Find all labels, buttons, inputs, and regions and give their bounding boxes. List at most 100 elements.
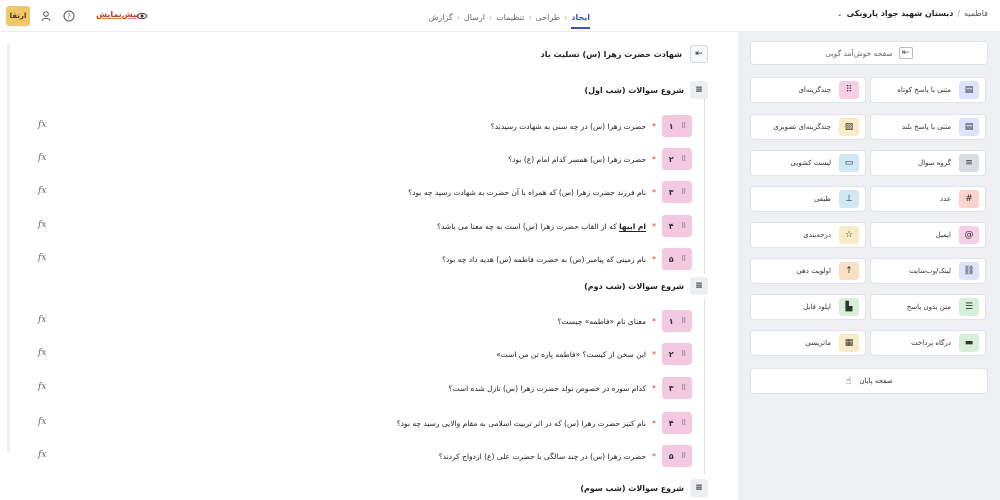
group-title: شروع سوالات (شب دوم) xyxy=(584,281,684,291)
tile-matrix[interactable]: ▦ ماتریسی xyxy=(750,330,866,356)
question-row[interactable]: ⠿ ۱ * معنای نام «فاطمه» چیست؟ xyxy=(557,310,692,332)
add-welcome-page-button[interactable]: ⇤ صفحه خوش‌آمد گویی xyxy=(750,41,988,65)
hand-icon: ☝ xyxy=(845,375,852,387)
tile-scale[interactable]: ⊥ طیفی xyxy=(750,186,866,212)
formula-icon[interactable]: fx xyxy=(38,153,46,163)
question-row[interactable]: ⠿ ۲ * حضرت زهرا (س) همسر کدام امام (ع) بو… xyxy=(508,148,692,170)
question-row[interactable]: ⠿ ۳ * نام فرزند حضرت زهرا (س) که همراه با… xyxy=(408,181,692,203)
breadcrumb-separator: / xyxy=(957,9,961,18)
chevron-left-icon: ‹ xyxy=(488,12,493,22)
formula-icon[interactable]: fx xyxy=(38,220,46,230)
breadcrumb-root[interactable]: فاطمیه xyxy=(964,9,988,18)
group-icon: ≡ xyxy=(690,277,708,295)
collapse-arrow-icon[interactable]: ⇤ xyxy=(690,45,708,63)
tile-ranking[interactable]: ↑ اولویت دهی xyxy=(750,258,866,284)
question-text: حضرت زهرا (س) همسر کدام امام (ع) بود؟ xyxy=(508,154,646,164)
tile-number[interactable]: # عدد xyxy=(870,186,986,212)
tile-image-choice[interactable]: ▨ چندگزینه‌ای تصویری xyxy=(750,114,866,140)
question-group[interactable]: ≡ شروع سوالات (شب دوم) xyxy=(584,277,708,295)
dropdown-icon: ▭ xyxy=(839,154,859,172)
breadcrumb-current[interactable]: دبستان شهید جواد پارونکی xyxy=(847,9,954,18)
tile-question-group[interactable]: ≡ گروه سوال xyxy=(870,150,986,176)
step-design[interactable]: طراحی xyxy=(536,13,561,22)
multiple-choice-icon: ⠿ xyxy=(681,317,686,325)
required-icon: * xyxy=(652,187,656,197)
top-bar: ارتقا ? پیش‌نمایش ایجاد ‹ طراحی ‹ تنظیما… xyxy=(0,0,1000,32)
formula-icon[interactable]: fx xyxy=(38,253,46,263)
step-settings[interactable]: تنظیمات xyxy=(496,13,524,22)
formula-icon[interactable]: fx xyxy=(38,186,46,196)
question-text: این سخن از کیست؟ «فاطمه پاره تن من است» xyxy=(496,349,646,359)
tile-multiple-choice[interactable]: ⠿ چندگزینه‌ای xyxy=(750,77,866,103)
upgrade-button[interactable]: ارتقا xyxy=(6,6,30,26)
tile-short-text[interactable]: ▤ متنی با پاسخ کوتاه xyxy=(870,77,986,103)
question-row[interactable]: ⠿ ۲ * این سخن از کیست؟ «فاطمه پاره تن من … xyxy=(496,343,692,365)
tile-label: درگاه پرداخت xyxy=(911,339,951,347)
multiple-choice-icon: ⠿ xyxy=(681,222,686,230)
tile-payment[interactable]: ▬ درگاه پرداخت xyxy=(870,330,986,356)
step-send[interactable]: ارسال xyxy=(464,13,485,22)
question-row[interactable]: ⠿ ۵ * نام زمینی که پیامبر (ص) به حضرت فاط… xyxy=(442,248,692,270)
ranking-icon: ↑ xyxy=(839,262,859,280)
tile-link[interactable]: ⛓ لینک/وب‌سایت xyxy=(870,258,986,284)
tile-label: چندگزینه‌ای تصویری xyxy=(773,123,831,131)
multiple-choice-icon: ⠿ xyxy=(681,419,686,427)
formula-icon[interactable]: fx xyxy=(38,315,46,325)
step-report[interactable]: گزارش xyxy=(429,13,453,22)
question-number: ۵ xyxy=(668,254,674,264)
question-number: ۵ xyxy=(668,451,674,461)
tile-dropdown[interactable]: ▭ لیست کشویی xyxy=(750,150,866,176)
question-badge: ⠿ ۳ xyxy=(662,377,692,399)
tile-label: عدد xyxy=(940,195,951,203)
tile-rating[interactable]: ☆ درجه‌بندی xyxy=(750,222,866,248)
tile-email[interactable]: @ ایمیل xyxy=(870,222,986,248)
question-group[interactable]: ≡ شروع سوالات (شب سوم) xyxy=(580,479,708,497)
welcome-page-row[interactable]: ⇤ شهادت حضرت زهرا (س) تسلیت باد xyxy=(541,45,708,63)
question-row[interactable]: ⠿ ۳ * کدام سوره در خصوص تولد حضرت زهرا (س… xyxy=(449,377,692,399)
tile-label: درجه‌بندی xyxy=(803,231,831,239)
tile-long-text[interactable]: ▤ متنی با پاسخ بلند xyxy=(870,114,986,140)
question-row[interactable]: ⠿ ۱ * حضرت زهرا (س) در چه سنی به شهادت رس… xyxy=(491,115,692,137)
preview-link[interactable]: پیش‌نمایش xyxy=(96,10,139,19)
matrix-icon: ▦ xyxy=(839,334,859,352)
tile-statement[interactable]: ☰ متن بدون پاسخ xyxy=(870,294,986,320)
collapse-arrow-icon: ⇤ xyxy=(898,47,913,59)
question-group[interactable]: ≡ شروع سوالات (شب اول) xyxy=(584,81,708,99)
formula-icon[interactable]: fx xyxy=(38,417,46,427)
eye-icon[interactable] xyxy=(136,10,148,22)
question-text: نام فرزند حضرت زهرا (س) که همراه با آن ح… xyxy=(408,187,646,197)
required-icon: * xyxy=(652,349,656,359)
scale-icon: ⊥ xyxy=(839,190,859,208)
question-row[interactable]: ⠿ ۴ * ام ابیها که از القاب حضرت زهرا (س) … xyxy=(437,215,692,237)
scroll-track[interactable] xyxy=(7,44,10,452)
question-text: کدام سوره در خصوص تولد حضرت زهرا (س) ناز… xyxy=(448,383,646,393)
tile-label: ماتریسی xyxy=(805,339,831,347)
tile-label: متنی با پاسخ بلند xyxy=(901,123,951,131)
breadcrumb: فاطمیه / دبستان شهید جواد پارونکی ⌄ xyxy=(837,9,988,18)
help-icon[interactable]: ? xyxy=(63,10,75,22)
formula-icon[interactable]: fx xyxy=(38,382,46,392)
question-text: معنای نام «فاطمه» چیست؟ xyxy=(557,316,646,326)
question-row[interactable]: ⠿ ۵ * حضرت زهرا (س) در چند سالگی با حضرت … xyxy=(439,445,692,467)
question-number: ۳ xyxy=(668,383,674,393)
formula-icon[interactable]: fx xyxy=(38,348,46,358)
multiple-choice-icon: ⠿ xyxy=(681,384,686,392)
tile-file-upload[interactable]: ▙ اپلود فایل xyxy=(750,294,866,320)
formula-icon[interactable]: fx xyxy=(38,120,46,130)
short-text-icon: ▤ xyxy=(959,81,979,99)
required-icon: * xyxy=(652,451,656,461)
question-badge: ⠿ ۵ xyxy=(662,248,692,270)
group-connector xyxy=(704,98,705,274)
end-page-button[interactable]: صفحه پایان ☝ xyxy=(750,368,988,394)
step-create[interactable]: ایجاد xyxy=(571,13,590,29)
question-text: ام ابیها که از القاب حضرت زهرا (س) است ب… xyxy=(437,221,646,232)
question-badge: ⠿ ۴ xyxy=(662,412,692,434)
group-icon: ≡ xyxy=(959,154,979,172)
question-number: ۳ xyxy=(668,187,674,197)
formula-icon[interactable]: fx xyxy=(38,450,46,460)
multiple-choice-icon: ⠿ xyxy=(681,155,686,163)
user-icon[interactable] xyxy=(40,10,52,22)
group-connector xyxy=(704,298,705,474)
chevron-down-icon[interactable]: ⌄ xyxy=(837,10,843,18)
question-row[interactable]: ⠿ ۴ * نام کنیز حضرت زهرا (س) که در اثر تر… xyxy=(397,412,692,434)
